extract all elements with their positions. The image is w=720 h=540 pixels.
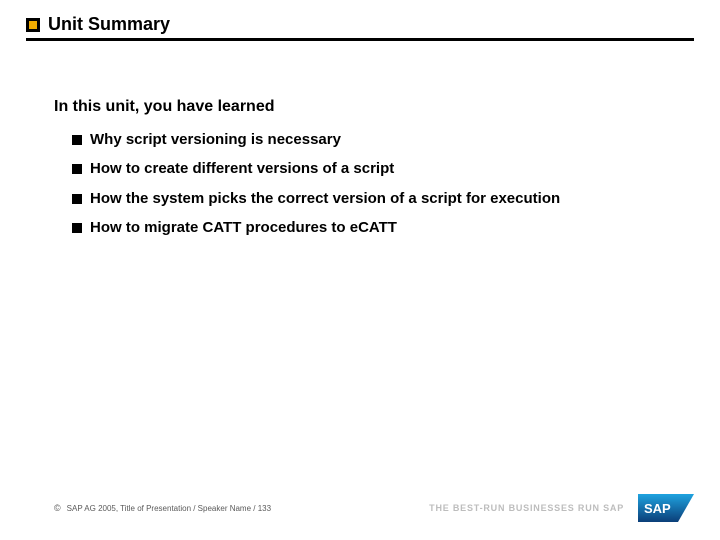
list-item: How to migrate CATT procedures to eCATT (72, 218, 680, 238)
sap-logo-icon: SAP (638, 494, 694, 522)
list-item: How the system picks the correct version… (72, 189, 680, 209)
slide-title: Unit Summary (48, 14, 170, 35)
title-underline (26, 38, 694, 41)
svg-text:SAP: SAP (644, 501, 671, 516)
tagline: THE BEST-RUN BUSINESSES RUN SAP (429, 503, 624, 513)
copyright-text: SAP AG 2005, Title of Presentation / Spe… (67, 504, 271, 513)
list-item: Why script versioning is necessary (72, 130, 680, 150)
list-item: How to create different versions of a sc… (72, 159, 680, 179)
copyright: © SAP AG 2005, Title of Presentation / S… (54, 503, 271, 513)
intro-text: In this unit, you have learned (54, 98, 680, 116)
title-bullet-icon (26, 18, 40, 32)
copyright-icon: © (54, 503, 61, 513)
